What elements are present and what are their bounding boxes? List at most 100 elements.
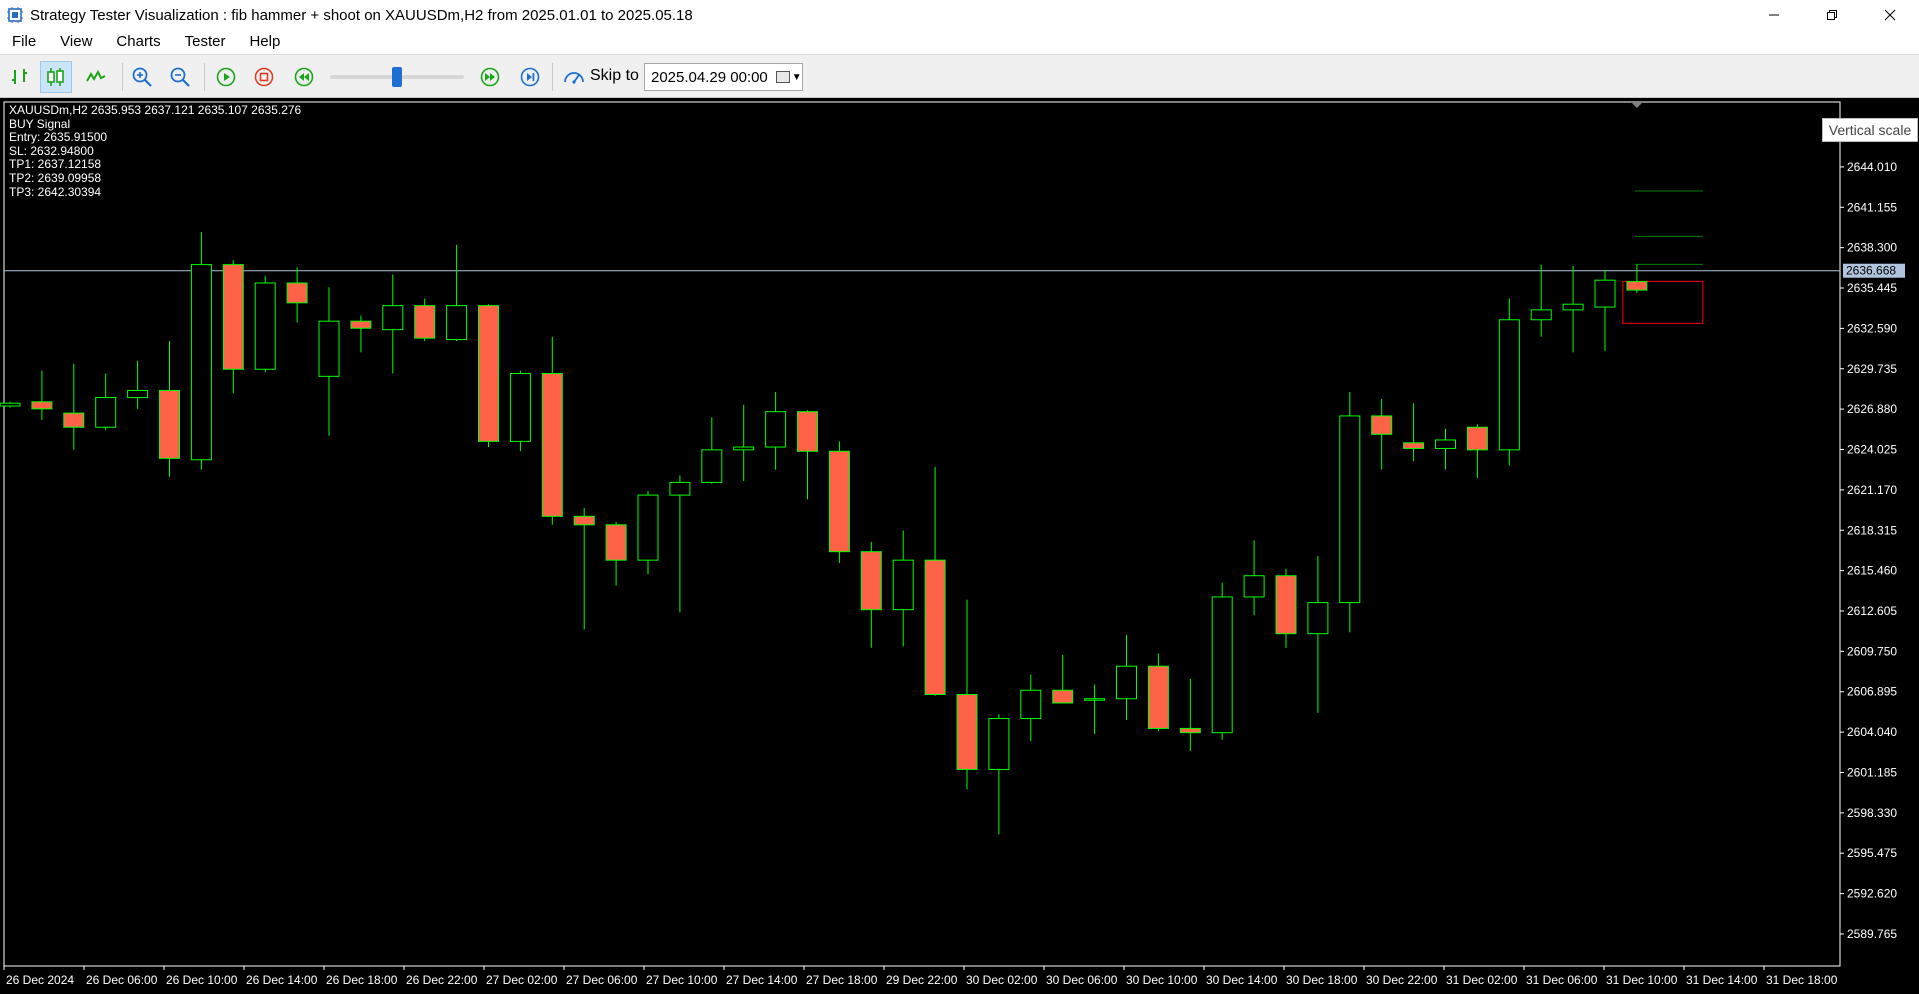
close-button[interactable]: [1861, 0, 1919, 30]
stop-icon: [254, 67, 274, 87]
y-tick-label: 2641.155: [1847, 200, 1897, 214]
candle-body: [1052, 689, 1074, 704]
speedometer-icon: [564, 72, 584, 84]
x-tick-label: 26 Dec 18:00: [326, 973, 398, 987]
line-chart-button[interactable]: [80, 61, 112, 93]
y-tick-label: 2632.590: [1847, 321, 1897, 335]
candle-body: [1084, 698, 1106, 701]
candle-body: [159, 389, 180, 459]
candle-body: [190, 264, 212, 461]
candle-body: [127, 389, 149, 399]
y-tick-label: 2626.880: [1847, 402, 1897, 416]
x-tick-label: 26 Dec 2024: [6, 973, 74, 987]
speed-slider-thumb[interactable]: [392, 67, 402, 87]
x-tick-label: 27 Dec 02:00: [486, 973, 558, 987]
x-tick-label: 26 Dec 22:00: [406, 973, 478, 987]
candlestick-chart[interactable]: 2646.8652644.0102641.1552638.3002635.445…: [0, 98, 1919, 994]
candle-body: [860, 551, 882, 611]
play-icon: [216, 67, 236, 87]
y-tick-label: 2618.315: [1847, 523, 1897, 537]
y-tick-label: 2606.895: [1847, 685, 1897, 699]
minimize-icon: [1769, 14, 1779, 16]
bar-chart-button[interactable]: [4, 61, 36, 93]
candlestick-chart-button[interactable]: [40, 61, 72, 93]
candle-body: [1498, 319, 1520, 451]
close-icon: [1884, 9, 1896, 21]
y-tick-label: 2638.300: [1847, 241, 1897, 255]
signal-label: BUY Signal: [9, 116, 71, 131]
zoom-out-button[interactable]: [164, 61, 196, 93]
x-tick-label: 30 Dec 10:00: [1126, 973, 1198, 987]
candle-body: [1211, 596, 1233, 734]
restore-button[interactable]: [1803, 0, 1861, 30]
candle-body: [1594, 279, 1616, 308]
candle-body: [31, 401, 53, 410]
x-tick-label: 30 Dec 02:00: [966, 973, 1038, 987]
candle-body: [1307, 602, 1329, 635]
candle-body: [318, 320, 340, 377]
stop-button[interactable]: [248, 61, 280, 93]
calendar-icon[interactable]: [775, 71, 790, 83]
fast-forward-icon: [480, 67, 500, 87]
speed-up-button[interactable]: [474, 61, 506, 93]
menu-charts[interactable]: Charts: [104, 30, 172, 54]
zoom-in-button[interactable]: [126, 61, 158, 93]
window-title: Strategy Tester Visualization : fib hamm…: [30, 6, 693, 24]
skip-to-label: Skip to: [590, 67, 639, 84]
symbol-ohlc-line: XAUUSDm,H2 2635.953 2637.121 2635.107 26…: [9, 103, 302, 117]
chevron-down-icon[interactable]: ▼: [792, 72, 802, 83]
y-tick-label: 2609.750: [1847, 644, 1897, 658]
current-bar-marker: [1630, 102, 1643, 108]
candle-body: [892, 559, 914, 611]
menu-help[interactable]: Help: [237, 30, 292, 54]
app-icon: [7, 7, 23, 23]
x-tick-label: 31 Dec 06:00: [1526, 973, 1598, 987]
x-tick-label: 26 Dec 06:00: [86, 973, 158, 987]
chart-area[interactable]: 2646.8652644.0102641.1552638.3002635.445…: [0, 98, 1919, 994]
current-price-label: 2636.668: [1846, 264, 1896, 278]
candlestick-icon: [47, 68, 64, 86]
y-tick-label: 2612.605: [1847, 604, 1897, 618]
line-chart-icon: [86, 69, 106, 82]
candle-body: [1371, 415, 1393, 435]
skip-end-icon: [520, 67, 540, 87]
minimize-button[interactable]: [1745, 0, 1803, 30]
skip-date-picker[interactable]: 2025.04.29 00:00 ▼: [644, 63, 803, 91]
slow-down-button[interactable]: [288, 61, 320, 93]
candle-body: [1339, 415, 1361, 604]
x-tick-label: 29 Dec 22:00: [886, 973, 958, 987]
candle-body: [733, 446, 755, 451]
menu-tester[interactable]: Tester: [173, 30, 238, 54]
candle-body: [1626, 281, 1648, 291]
x-tick-label: 31 Dec 02:00: [1446, 973, 1518, 987]
tp3-label: TP3: 2642.30394: [9, 184, 102, 199]
x-tick-label: 26 Dec 10:00: [166, 973, 238, 987]
y-tick-label: 2604.040: [1847, 725, 1897, 739]
y-tick-label: 2635.445: [1847, 281, 1897, 295]
bar-chart-icon: [12, 69, 27, 84]
candle-body: [350, 320, 372, 329]
menu-view[interactable]: View: [48, 30, 104, 54]
play-button[interactable]: [210, 61, 242, 93]
tp1-label: TP1: 2637.12158: [9, 157, 102, 172]
x-tick-label: 27 Dec 18:00: [806, 973, 878, 987]
candle-body: [701, 449, 723, 483]
skip-date-value: 2025.04.29 00:00: [651, 68, 768, 86]
candle-body: [765, 411, 787, 448]
candle-body: [1243, 575, 1265, 598]
skip-to-end-button[interactable]: [514, 61, 546, 93]
candle-body: [1275, 575, 1297, 635]
x-tick-label: 27 Dec 10:00: [646, 973, 718, 987]
candle-body: [509, 373, 531, 442]
candle-body: [924, 559, 946, 695]
menu-file[interactable]: File: [0, 30, 48, 54]
skip-to-button[interactable]: [558, 61, 590, 93]
rewind-icon: [294, 67, 314, 87]
y-tick-label: 2595.475: [1847, 846, 1897, 860]
tp2-label: TP2: 2639.09958: [9, 170, 102, 185]
zoom-out-icon: [170, 67, 190, 87]
x-tick-label: 30 Dec 18:00: [1286, 973, 1358, 987]
toolbar-separator: [204, 63, 205, 91]
x-tick-label: 26 Dec 14:00: [246, 973, 318, 987]
candle-body: [1466, 426, 1488, 451]
